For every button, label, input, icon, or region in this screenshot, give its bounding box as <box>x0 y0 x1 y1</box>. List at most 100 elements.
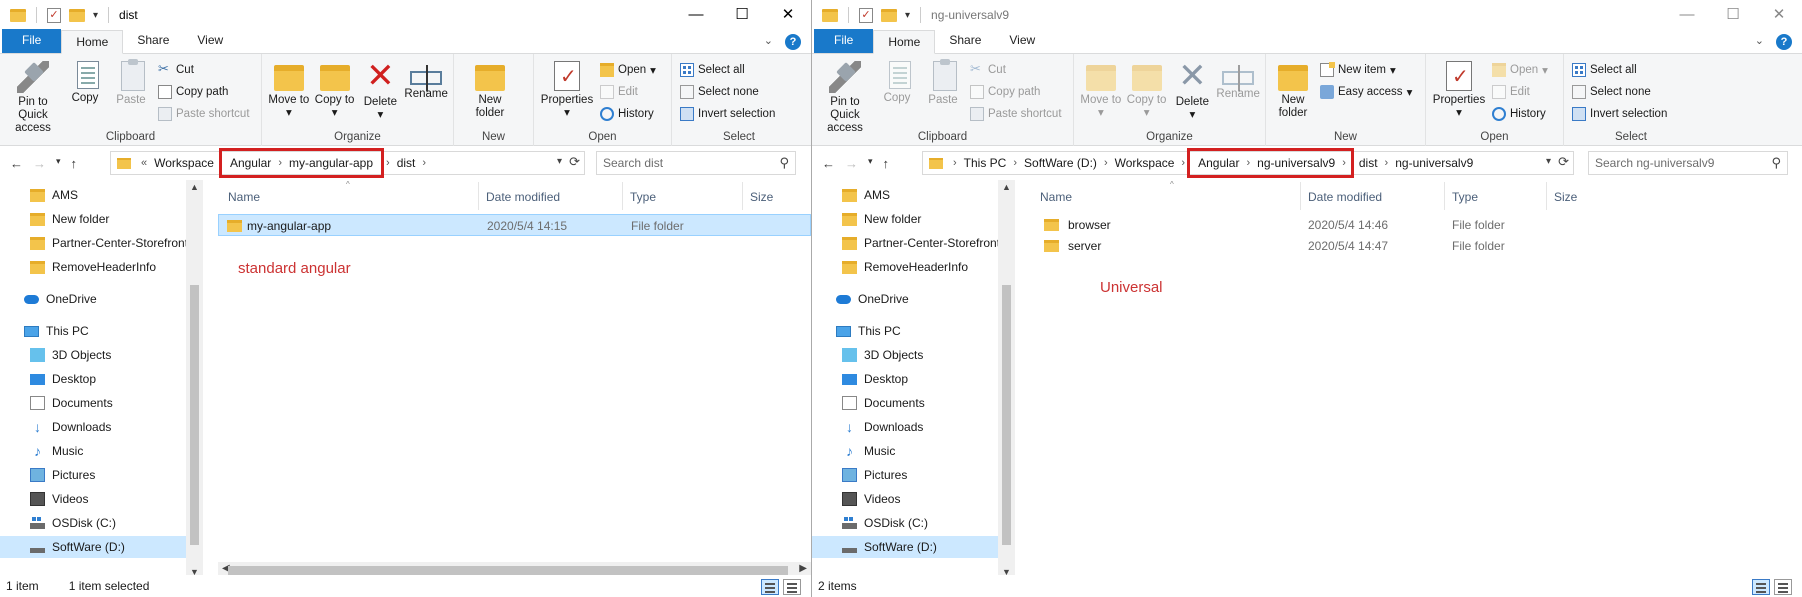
tab-view[interactable]: View <box>183 29 237 53</box>
copy-path-button[interactable]: Copy path <box>970 82 1062 101</box>
chevron-right-icon[interactable]: › <box>951 157 959 169</box>
properties-quick-icon[interactable]: ✓ <box>47 7 61 23</box>
column-size[interactable]: Size <box>1554 190 1577 204</box>
maximize-button[interactable]: ☐ <box>1710 0 1756 30</box>
nav-item-removeheaderinfo[interactable]: RemoveHeaderInfo <box>842 256 968 278</box>
nav-item-desktop[interactable]: Desktop <box>30 368 96 390</box>
column-type[interactable]: Type <box>1452 190 1478 204</box>
nav-scrollbar[interactable]: ▲ ▼ <box>186 180 203 579</box>
cut-button[interactable]: Cut <box>970 60 1062 79</box>
nav-item-new-folder[interactable]: New folder <box>30 208 109 230</box>
nav-item-software-d[interactable]: SoftWare (D:) <box>812 536 998 558</box>
up-arrow-icon[interactable]: ↑ <box>883 156 890 171</box>
scroll-up-icon[interactable]: ▲ <box>186 182 203 192</box>
address-bar[interactable]: › This PC › SoftWare (D:) › Workspace › … <box>922 148 1574 178</box>
breadcrumb-dist[interactable]: dist <box>392 156 421 170</box>
easy-access-button[interactable]: Easy access ▾ <box>1320 82 1412 101</box>
breadcrumb-ng-universalv9[interactable]: ng-universalv9 <box>1252 156 1340 170</box>
chevron-right-icon[interactable]: › <box>1244 157 1252 169</box>
chevron-right-icon[interactable]: › <box>1340 157 1348 169</box>
breadcrumb-software-d[interactable]: SoftWare (D:) <box>1019 156 1102 170</box>
column-type[interactable]: Type <box>630 190 656 204</box>
expand-ribbon-icon[interactable]: ⌄ <box>764 34 773 50</box>
details-view-icon[interactable] <box>1752 579 1770 595</box>
minimize-button[interactable]: — <box>1664 0 1710 30</box>
new-item-button[interactable]: New item ▾ <box>1320 60 1412 79</box>
nav-item-ams[interactable]: AMS <box>30 184 78 206</box>
paste-shortcut-button[interactable]: Paste shortcut <box>158 104 250 123</box>
breadcrumb-angular[interactable]: Angular <box>1193 156 1244 170</box>
edit-button[interactable]: Edit <box>600 82 656 101</box>
file-row[interactable]: my-angular-app 2020/5/4 14:15 File folde… <box>218 214 811 236</box>
select-none-button[interactable]: Select none <box>1572 82 1667 101</box>
breadcrumb-my-angular-app[interactable]: my-angular-app <box>284 156 378 170</box>
nav-item-documents[interactable]: Documents <box>842 392 925 414</box>
nav-item-onedrive[interactable]: OneDrive <box>24 288 97 310</box>
breadcrumb-this-pc[interactable]: This PC <box>959 156 1012 170</box>
refresh-icon[interactable]: ⟳ <box>569 154 580 170</box>
paste-shortcut-button[interactable]: Paste shortcut <box>970 104 1062 123</box>
forward-arrow-icon[interactable]: → <box>845 156 858 171</box>
details-view-icon[interactable] <box>761 579 779 595</box>
scroll-thumb[interactable] <box>1002 285 1011 545</box>
copy-path-button[interactable]: Copy path <box>158 82 250 101</box>
nav-item-3d-objects[interactable]: 3D Objects <box>30 344 111 366</box>
breadcrumb-workspace[interactable]: Workspace <box>1110 156 1180 170</box>
nav-scrollbar[interactable]: ▲ ▼ <box>998 180 1015 579</box>
invert-selection-button[interactable]: Invert selection <box>680 104 775 123</box>
help-icon[interactable]: ? <box>1776 34 1792 50</box>
new-folder-quick-icon[interactable] <box>881 8 897 22</box>
nav-item-videos[interactable]: Videos <box>842 488 900 510</box>
chevron-right-icon[interactable]: › <box>1383 157 1391 169</box>
nav-item-new-folder[interactable]: New folder <box>842 208 921 230</box>
breadcrumb-workspace[interactable]: Workspace <box>149 156 219 170</box>
large-icons-view-icon[interactable] <box>783 579 801 595</box>
tab-file[interactable]: File <box>814 29 874 53</box>
address-bar[interactable]: « Workspace Angular › my-angular-app › d… <box>110 148 585 178</box>
nav-item-documents[interactable]: Documents <box>30 392 113 414</box>
edit-button[interactable]: Edit <box>1492 82 1548 101</box>
breadcrumb-angular[interactable]: Angular <box>225 156 276 170</box>
tab-home[interactable]: Home <box>873 30 936 54</box>
expand-ribbon-icon[interactable]: ⌄ <box>1755 34 1764 50</box>
select-none-button[interactable]: Select none <box>680 82 775 101</box>
nav-item-software-d[interactable]: SoftWare (D:) <box>0 536 186 558</box>
tab-home[interactable]: Home <box>61 30 124 54</box>
nav-item-partner-center-storefront[interactable]: Partner-Center-Storefront <box>842 232 1000 254</box>
chevron-right-icon[interactable]: › <box>420 157 428 169</box>
nav-item-music[interactable]: ♪ Music <box>30 440 83 462</box>
breadcrumb-dist[interactable]: dist <box>1354 156 1383 170</box>
cut-button[interactable]: Cut <box>158 60 250 79</box>
recent-locations-icon[interactable]: ▾ <box>868 156 873 171</box>
search-input[interactable]: Search dist ⚲ <box>596 151 796 175</box>
overflow-crumbs[interactable]: « <box>139 157 149 169</box>
large-icons-view-icon[interactable] <box>1774 579 1792 595</box>
customize-quick-access-icon[interactable]: ▾ <box>93 10 98 21</box>
nav-item-this-pc[interactable]: This PC <box>24 320 89 342</box>
close-button[interactable]: ✕ <box>765 0 811 30</box>
back-arrow-icon[interactable]: ← <box>822 156 835 171</box>
select-all-button[interactable]: Select all <box>680 60 775 79</box>
nav-item-3d-objects[interactable]: 3D Objects <box>842 344 923 366</box>
customize-quick-access-icon[interactable]: ▾ <box>905 10 910 21</box>
scroll-up-icon[interactable]: ▲ <box>998 182 1015 192</box>
file-row[interactable]: server 2020/5/4 14:47 File folder <box>1022 235 1802 257</box>
tab-view[interactable]: View <box>995 29 1049 53</box>
column-date-modified[interactable]: Date modified <box>486 190 560 204</box>
scroll-right-icon[interactable]: ▶ <box>799 563 807 574</box>
nav-item-removeheaderinfo[interactable]: RemoveHeaderInfo <box>30 256 156 278</box>
chevron-right-icon[interactable]: › <box>384 157 392 169</box>
nav-item-partner-center-storefront[interactable]: Partner-Center-Storefront <box>30 232 188 254</box>
column-name[interactable]: Name <box>228 190 260 204</box>
select-all-button[interactable]: Select all <box>1572 60 1667 79</box>
minimize-button[interactable]: — <box>673 0 719 30</box>
nav-item-pictures[interactable]: Pictures <box>842 464 907 486</box>
nav-item-onedrive[interactable]: OneDrive <box>836 288 909 310</box>
column-name[interactable]: Name <box>1040 190 1072 204</box>
column-date-modified[interactable]: Date modified <box>1308 190 1382 204</box>
nav-item-this-pc[interactable]: This PC <box>836 320 901 342</box>
scroll-thumb[interactable] <box>228 566 788 575</box>
invert-selection-button[interactable]: Invert selection <box>1572 104 1667 123</box>
forward-arrow-icon[interactable]: → <box>33 156 46 171</box>
up-arrow-icon[interactable]: ↑ <box>71 156 78 171</box>
